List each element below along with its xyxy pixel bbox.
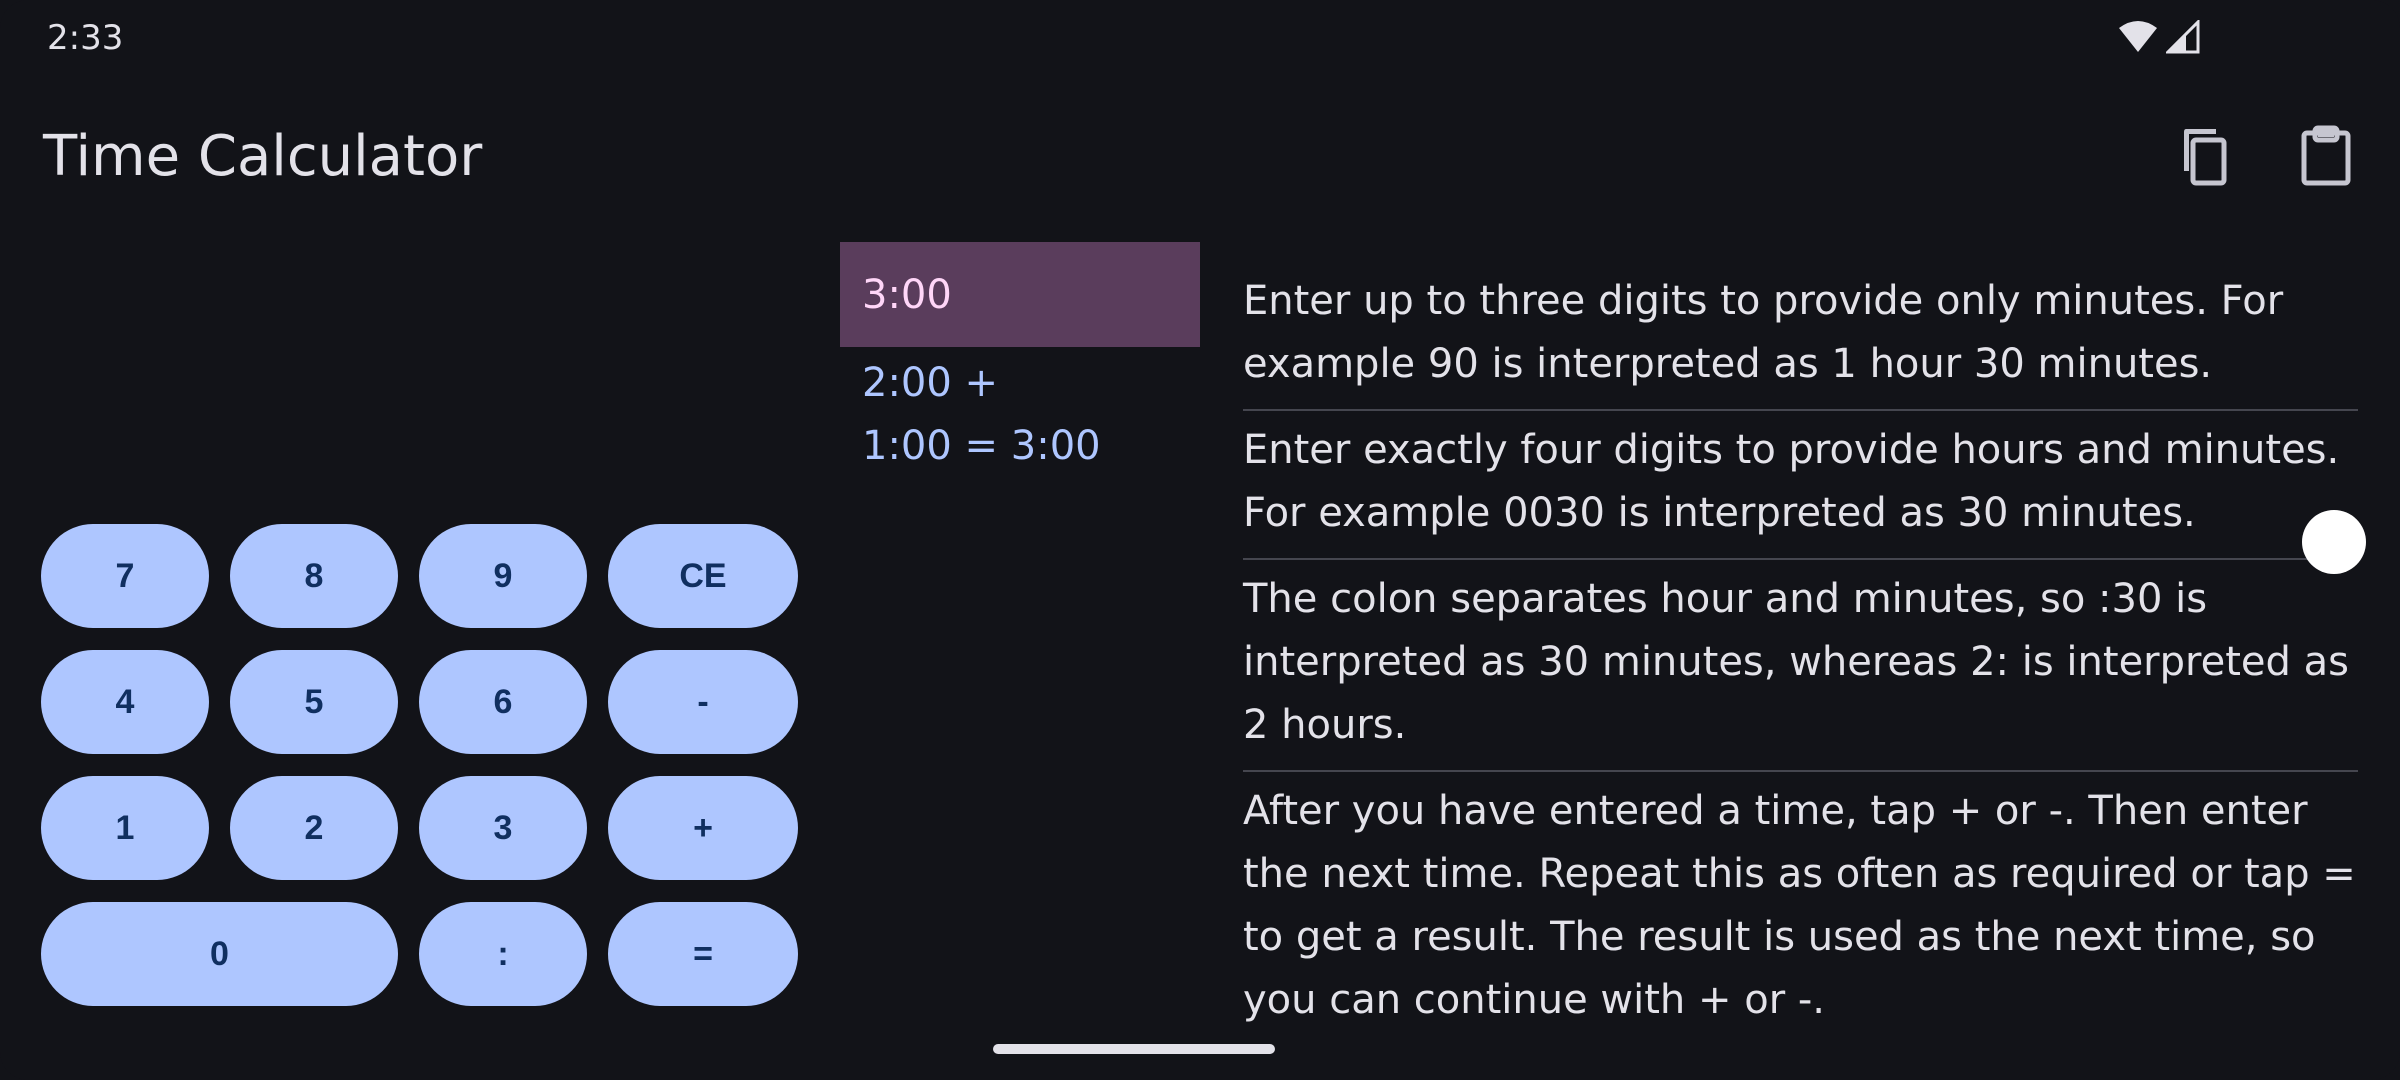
help-item-hours-minutes: Enter exactly four digits to provide hou… — [1243, 411, 2358, 560]
key-equals[interactable]: = — [608, 902, 798, 1006]
keypad: 7 8 9 CE 4 5 6 - 1 2 3 + 0 : = — [41, 524, 798, 1008]
key-colon[interactable]: : — [419, 902, 587, 1006]
help-item-colon: The colon separates hour and minutes, so… — [1243, 560, 2358, 772]
copy-icon — [2172, 125, 2228, 191]
key-0[interactable]: 0 — [41, 902, 398, 1006]
wifi-icon — [2118, 20, 2158, 58]
status-time: 2:33 — [47, 18, 124, 58]
app-screen: 2:33 Time Calculator 7 8 9 CE 4 5 6 - 1 … — [0, 0, 2400, 1080]
help-list: Enter up to three digits to provide only… — [1243, 262, 2358, 1045]
home-indicator[interactable] — [993, 1044, 1275, 1054]
key-6[interactable]: 6 — [419, 650, 587, 754]
key-minus[interactable]: - — [608, 650, 798, 754]
help-item-operations: After you have entered a time, tap + or … — [1243, 788, 2356, 1023]
key-7[interactable]: 7 — [41, 524, 209, 628]
calculation-history: 2:00 + 1:00 = 3:00 — [862, 352, 1101, 478]
current-value-display: 3:00 — [840, 242, 1200, 347]
key-2[interactable]: 2 — [230, 776, 398, 880]
key-5[interactable]: 5 — [230, 650, 398, 754]
status-icons — [2118, 18, 2200, 58]
copy-button[interactable] — [2164, 122, 2236, 194]
key-9[interactable]: 9 — [419, 524, 587, 628]
key-clear-entry[interactable]: CE — [608, 524, 798, 628]
key-8[interactable]: 8 — [230, 524, 398, 628]
paste-clipboard-icon — [2300, 125, 2352, 191]
history-line: 1:00 = 3:00 — [862, 423, 1101, 469]
help-item-minutes: Enter up to three digits to provide only… — [1243, 262, 2358, 411]
paste-button[interactable] — [2290, 122, 2362, 194]
key-plus[interactable]: + — [608, 776, 798, 880]
key-4[interactable]: 4 — [41, 650, 209, 754]
key-3[interactable]: 3 — [419, 776, 587, 880]
key-1[interactable]: 1 — [41, 776, 209, 880]
scrollbar-thumb[interactable] — [2302, 510, 2366, 574]
app-title: Time Calculator — [43, 124, 483, 189]
cellular-signal-icon — [2164, 18, 2200, 58]
history-line: 2:00 + — [862, 360, 999, 406]
